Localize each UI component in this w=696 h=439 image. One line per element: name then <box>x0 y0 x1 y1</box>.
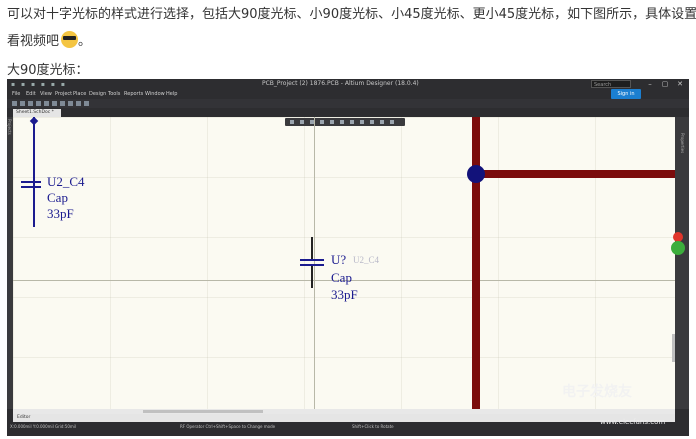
capacitor-lead[interactable] <box>311 237 313 259</box>
floating-comment[interactable]: Cap <box>331 271 352 285</box>
quick-access-icon[interactable]: ▪ ▪ ▪ ▪ ▪ ▪ <box>11 81 67 88</box>
status-hint: Shift+Click to Rotate <box>352 424 394 429</box>
menu-place[interactable]: Place <box>73 91 86 97</box>
zoom-icon[interactable] <box>36 101 41 106</box>
status-coords: X:0.000mil Y:0.000mil Grid:50mil <box>10 424 76 429</box>
filter-icon[interactable] <box>290 120 294 124</box>
port-icon[interactable] <box>380 120 384 124</box>
menu-bar: File Edit View Project Place Design Tool… <box>7 90 689 99</box>
part-icon[interactable] <box>370 120 374 124</box>
undo-icon[interactable] <box>44 101 49 106</box>
open-icon[interactable] <box>12 101 17 106</box>
section-heading: 大90度光标： <box>7 63 89 78</box>
article-text-tail: 看视频吧 <box>7 34 60 49</box>
menu-window[interactable]: Window <box>145 91 165 97</box>
tab-editor[interactable]: Editor <box>17 415 30 420</box>
gear-icon[interactable] <box>84 101 89 106</box>
capacitor-plate[interactable] <box>21 181 41 183</box>
floating-value[interactable]: 33pF <box>331 288 358 302</box>
schematic-canvas[interactable]: U2_C4 Cap 33pF U? U2_C4 Cap 33pF <box>13 117 675 409</box>
net-label-icon[interactable] <box>350 120 354 124</box>
floating-designator[interactable]: U? <box>331 253 346 267</box>
crosshair-vertical <box>314 117 315 409</box>
tab-sheet1[interactable]: Sheet1.SchDoc * <box>13 109 61 117</box>
bus-horizontal[interactable] <box>472 170 675 178</box>
search-input[interactable]: Search <box>591 80 631 88</box>
menu-file[interactable]: File <box>12 91 20 97</box>
print-icon[interactable] <box>28 101 33 106</box>
bus-vertical[interactable] <box>472 117 480 409</box>
vertical-scrollbar-thumb[interactable] <box>672 334 675 362</box>
menu-project[interactable]: Project <box>55 91 72 97</box>
article-text-continued: 看视频吧。 <box>7 31 91 51</box>
save-icon[interactable] <box>20 101 25 106</box>
window-title: PCB_Project (2) 1876.PCB - Altium Design… <box>262 80 419 87</box>
status-mode: RF Operator Ctrl+Shift+Space to Change m… <box>180 424 276 429</box>
floating-designator-ghost: U2_C4 <box>353 255 380 265</box>
component-comment[interactable]: Cap <box>47 191 68 205</box>
close-icon[interactable]: ✕ <box>673 79 687 89</box>
bus-junction[interactable] <box>467 165 485 183</box>
component-designator[interactable]: U2_C4 <box>47 175 85 189</box>
wire-icon[interactable] <box>330 120 334 124</box>
sheet-tab-bar: Editor <box>13 414 675 422</box>
component-value[interactable]: 33pF <box>47 207 74 221</box>
menu-reports[interactable]: Reports <box>124 91 143 97</box>
scroll-thumb[interactable] <box>143 410 263 413</box>
text-icon[interactable] <box>390 120 394 124</box>
wire[interactable] <box>33 117 35 227</box>
cut-icon[interactable] <box>60 101 65 106</box>
plus-icon[interactable] <box>300 120 304 124</box>
capacitor-lead[interactable] <box>311 266 313 288</box>
power-icon[interactable] <box>360 120 364 124</box>
main-toolbar <box>7 99 689 108</box>
sign-in-button[interactable]: Sign in <box>611 89 641 99</box>
paste-icon[interactable] <box>76 101 81 106</box>
floating-assistant-icon[interactable] <box>669 230 687 258</box>
junction[interactable] <box>29 117 39 126</box>
menu-view[interactable]: View <box>40 91 52 97</box>
capacitor-plate[interactable] <box>300 259 324 261</box>
article-text: 可以对十字光标的样式进行选择，包括大90度光标、小90度光标、小45度光标、更小… <box>7 7 696 22</box>
watermark-brand: 电子发烧友 <box>562 384 632 400</box>
maximize-icon[interactable]: ▢ <box>658 79 672 89</box>
properties-panel-label[interactable]: Properties <box>680 133 685 153</box>
watermark-url: www.elecfans.com <box>600 418 666 426</box>
document-tab-bar: Sheet1.SchDoc * <box>7 108 689 117</box>
menu-help[interactable]: Help <box>166 91 177 97</box>
menu-edit[interactable]: Edit <box>26 91 36 97</box>
capacitor-plate[interactable] <box>300 264 324 266</box>
minimize-icon[interactable]: – <box>643 79 657 89</box>
cool-emoji-icon <box>61 31 79 48</box>
align-icon[interactable] <box>320 120 324 124</box>
properties-panel-strip[interactable] <box>675 117 689 409</box>
capacitor-plate[interactable] <box>21 186 41 188</box>
redo-icon[interactable] <box>52 101 57 106</box>
bus-icon[interactable] <box>340 120 344 124</box>
menu-design[interactable]: Design <box>89 91 106 97</box>
active-bar-toolbar <box>285 118 405 126</box>
copy-icon[interactable] <box>68 101 73 106</box>
title-bar: ▪ ▪ ▪ ▪ ▪ ▪ PCB_Project (2) 1876.PCB - A… <box>7 79 689 90</box>
projects-panel-label[interactable]: Projects <box>7 119 12 135</box>
menu-tools[interactable]: Tools <box>108 91 120 97</box>
status-bar: X:0.000mil Y:0.000mil Grid:50mil RF Oper… <box>7 422 689 436</box>
